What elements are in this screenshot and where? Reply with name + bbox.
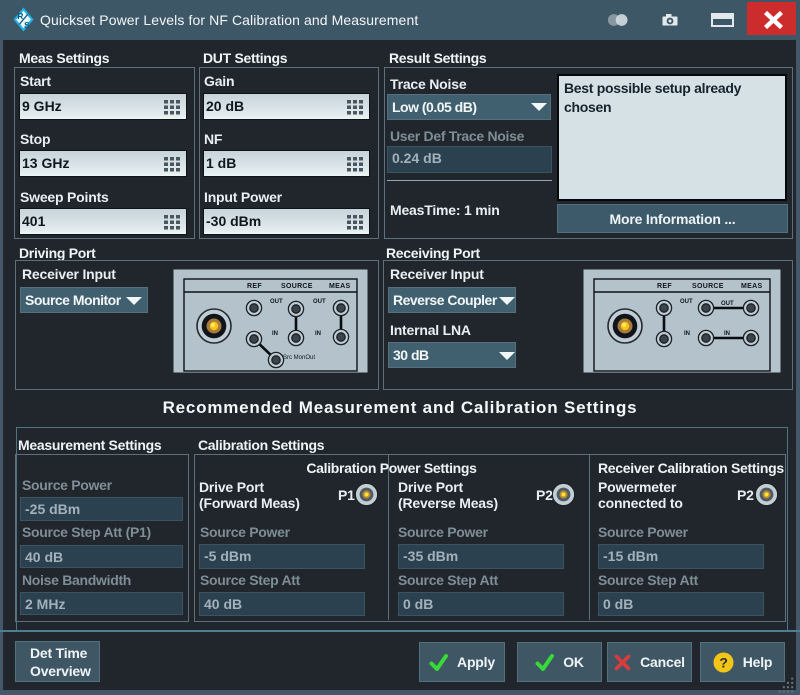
svg-text:MEAS: MEAS	[329, 283, 350, 290]
svg-text:OUT: OUT	[721, 301, 734, 307]
svg-text:OUT: OUT	[270, 299, 283, 305]
svg-text:SOURCE: SOURCE	[692, 283, 724, 290]
svg-text:OUT: OUT	[680, 299, 693, 305]
svg-text:R: R	[17, 11, 23, 21]
svg-text:Src MonOut: Src MonOut	[283, 355, 315, 361]
svg-text:MEAS: MEAS	[741, 283, 762, 290]
svg-text:REF: REF	[247, 283, 262, 290]
svg-text:OUT: OUT	[313, 299, 326, 305]
svg-text:IN: IN	[684, 331, 690, 337]
svg-text:?: ?	[719, 654, 727, 670]
svg-text:IN: IN	[724, 331, 730, 337]
svg-text:S: S	[24, 20, 30, 30]
svg-text:SOURCE: SOURCE	[281, 283, 313, 290]
svg-text:IN: IN	[315, 331, 321, 337]
svg-text:IN: IN	[272, 331, 278, 337]
svg-text:REF: REF	[657, 283, 672, 290]
